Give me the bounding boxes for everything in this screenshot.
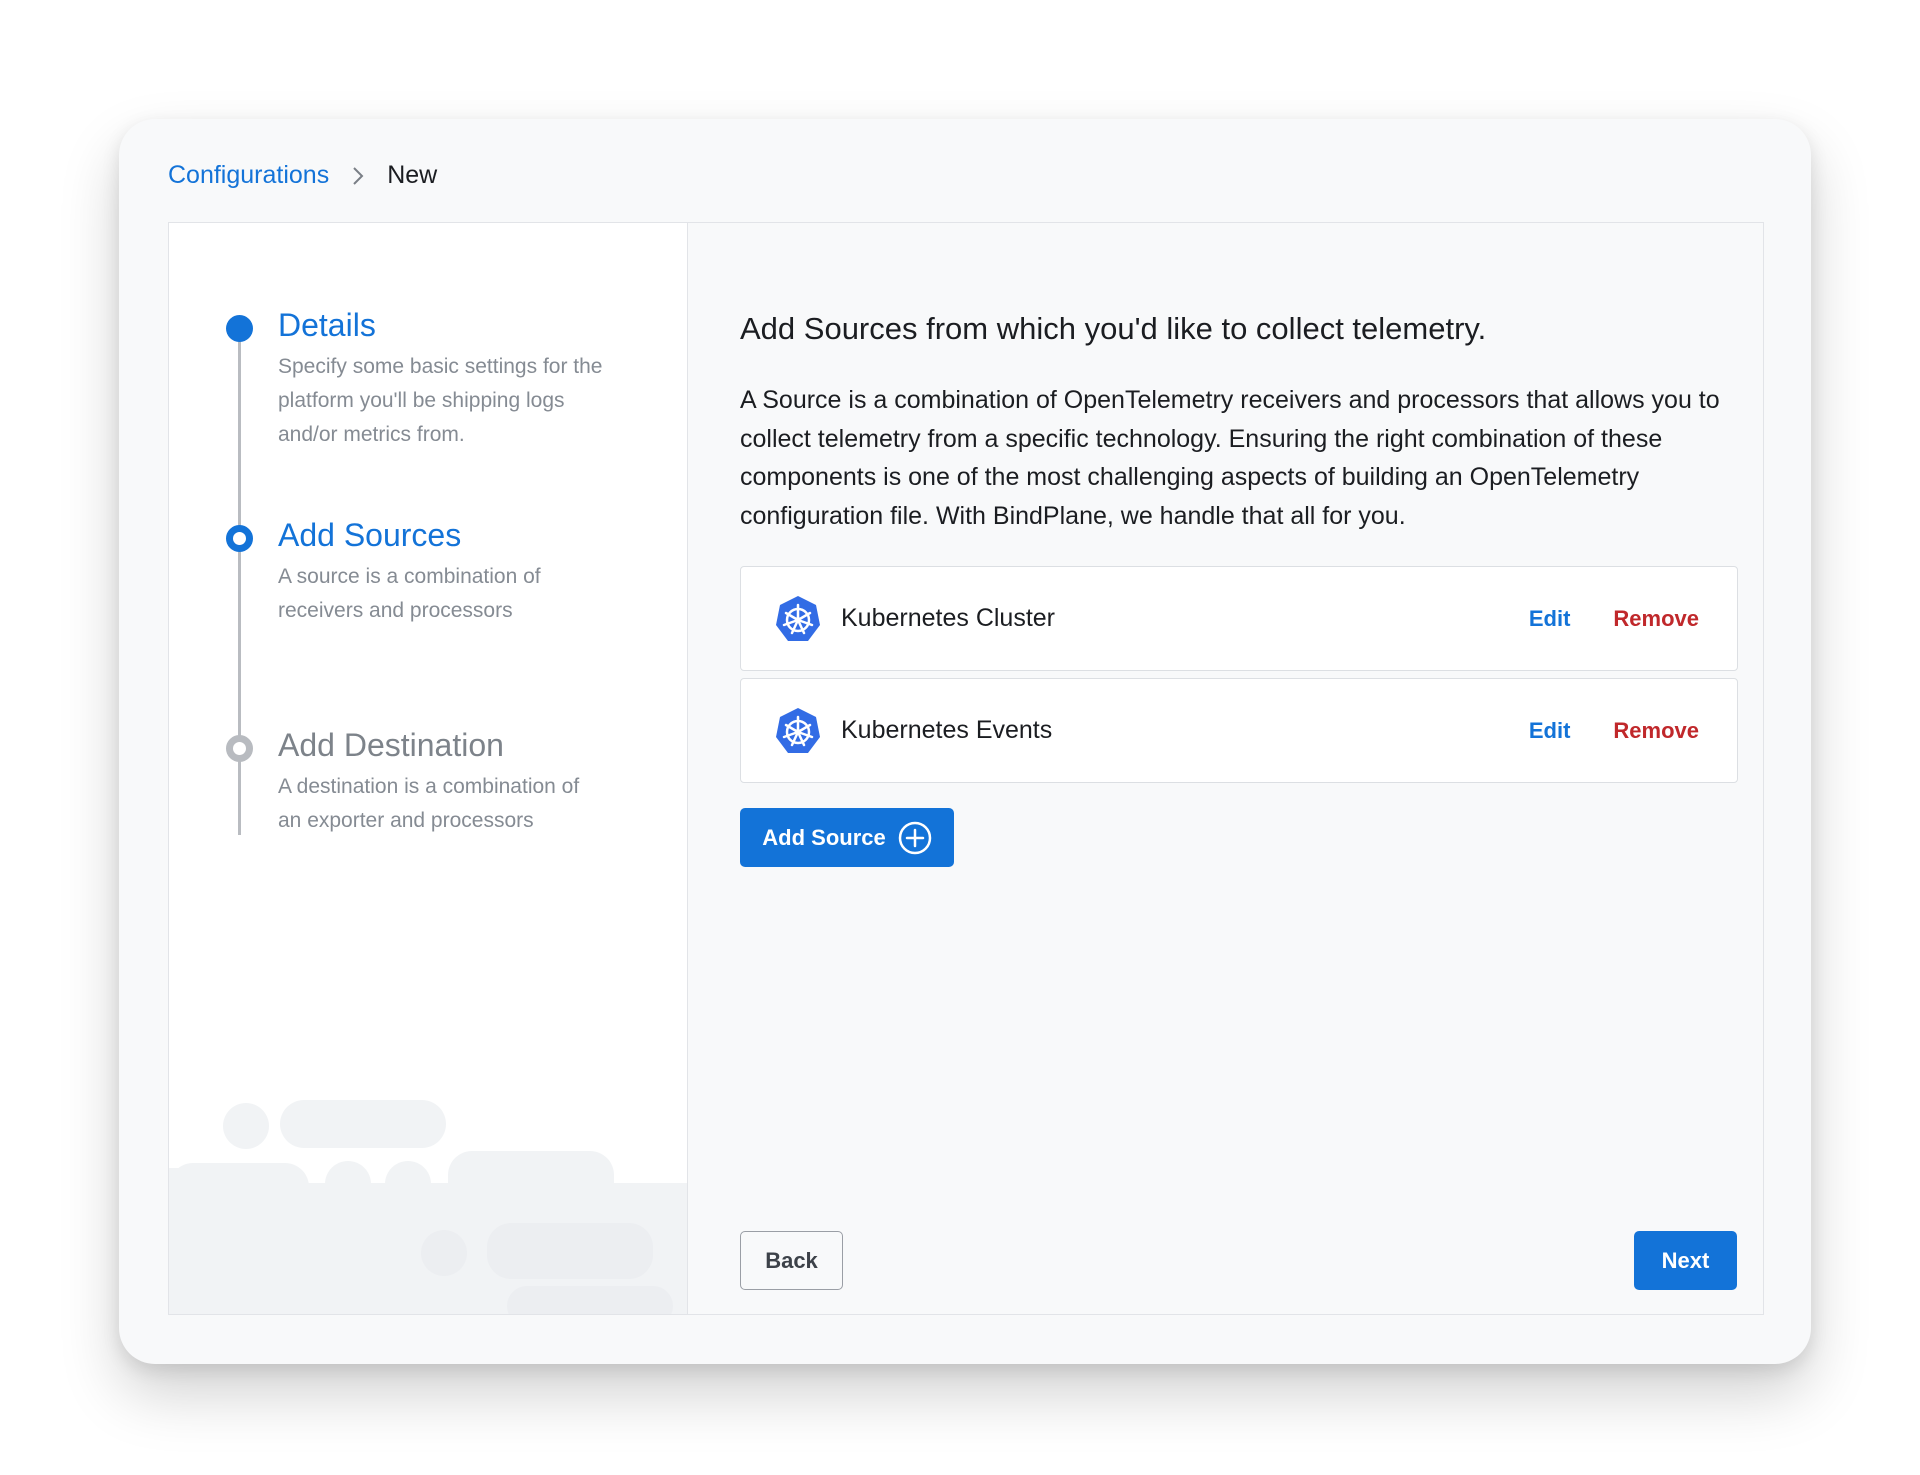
kubernetes-icon xyxy=(773,594,823,644)
add-source-button[interactable]: Add Source xyxy=(740,808,954,867)
remove-source-button[interactable]: Remove xyxy=(1613,606,1699,632)
edit-source-button[interactable]: Edit xyxy=(1529,606,1571,632)
plus-circle-icon xyxy=(898,821,932,855)
remove-source-button[interactable]: Remove xyxy=(1613,718,1699,744)
breadcrumb-configurations-link[interactable]: Configurations xyxy=(168,161,329,190)
step-complete-icon xyxy=(226,315,253,342)
source-name: Kubernetes Cluster xyxy=(841,604,1056,632)
main-content: Add Sources from which you'd like to col… xyxy=(688,223,1763,1314)
step-details-description: Specify some basic settings for the plat… xyxy=(278,355,603,446)
app-window: Configurations New Details Specify some … xyxy=(119,119,1811,1364)
kubernetes-icon xyxy=(773,706,823,756)
wizard-panel: Details Specify some basic settings for … xyxy=(168,222,1764,1315)
source-actions: Edit Remove xyxy=(1529,606,1699,632)
chevron-right-icon xyxy=(351,165,365,187)
source-card: Kubernetes Cluster Edit Remove xyxy=(740,566,1738,671)
step-add-destination-description: A destination is a combination of an exp… xyxy=(278,775,580,832)
breadcrumb: Configurations New xyxy=(168,161,437,190)
intro-text: A Source is a combination of OpenTelemet… xyxy=(740,386,1720,530)
source-name: Kubernetes Events xyxy=(841,716,1053,744)
source-actions: Edit Remove xyxy=(1529,718,1699,744)
next-button[interactable]: Next xyxy=(1634,1231,1737,1290)
step-add-destination-title: Add Destination xyxy=(278,727,504,763)
source-card: Kubernetes Events Edit Remove xyxy=(740,678,1738,783)
step-add-sources-description: A source is a combination of receivers a… xyxy=(278,565,541,622)
page-heading: Add Sources from which you'd like to col… xyxy=(740,311,1487,346)
step-add-sources-title[interactable]: Add Sources xyxy=(278,517,461,554)
step-current-icon xyxy=(226,525,253,552)
breadcrumb-current: New xyxy=(387,161,438,189)
edit-source-button[interactable]: Edit xyxy=(1529,718,1571,744)
step-upcoming-icon xyxy=(226,735,253,762)
step-details-title[interactable]: Details xyxy=(278,307,376,344)
stepper-sidebar: Details Specify some basic settings for … xyxy=(169,223,688,1314)
add-source-label: Add Source xyxy=(762,824,886,850)
back-button[interactable]: Back xyxy=(740,1231,843,1290)
step-connector xyxy=(238,545,241,835)
